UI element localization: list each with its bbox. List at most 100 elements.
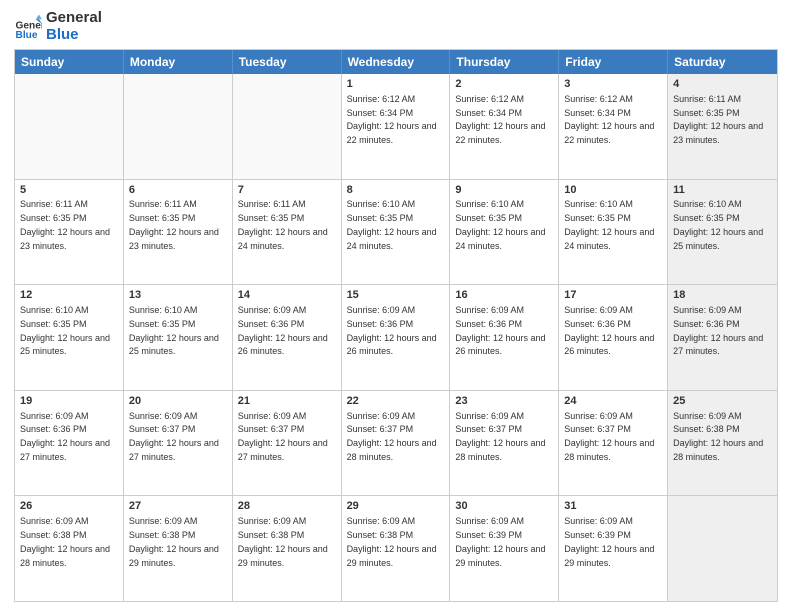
- day-number: 13: [129, 288, 227, 303]
- day-cell-9: 9Sunrise: 6:10 AM Sunset: 6:35 PM Daylig…: [450, 180, 559, 285]
- col-header-saturday: Saturday: [668, 50, 777, 74]
- day-number: 31: [564, 499, 662, 514]
- day-info: Sunrise: 6:10 AM Sunset: 6:35 PM Dayligh…: [20, 305, 110, 356]
- day-number: 22: [347, 394, 445, 409]
- day-number: 10: [564, 183, 662, 198]
- day-cell-6: 6Sunrise: 6:11 AM Sunset: 6:35 PM Daylig…: [124, 180, 233, 285]
- day-number: 7: [238, 183, 336, 198]
- day-info: Sunrise: 6:09 AM Sunset: 6:36 PM Dayligh…: [455, 305, 545, 356]
- page: General Blue General Blue SundayMondayTu…: [0, 0, 792, 612]
- day-info: Sunrise: 6:09 AM Sunset: 6:39 PM Dayligh…: [564, 516, 654, 567]
- day-cell-14: 14 Sunrise: 6:09 AM Sunset: 6:36 PM Dayli…: [233, 285, 342, 390]
- day-cell-21: 21 Sunrise: 6:09 AM Sunset: 6:37 PM Dayli…: [233, 391, 342, 496]
- day-cell-10: 10Sunrise: 6:10 AM Sunset: 6:35 PM Dayli…: [559, 180, 668, 285]
- day-info: Sunrise: 6:09 AM Sunset: 6:36 PM Dayligh…: [20, 411, 110, 462]
- day-info: Sunrise: 6:10 AM Sunset: 6:35 PM Dayligh…: [673, 199, 763, 250]
- day-cell-28: 28Sunrise: 6:09 AM Sunset: 6:38 PM Dayli…: [233, 496, 342, 601]
- calendar-header-row: SundayMondayTuesdayWednesdayThursdayFrid…: [15, 50, 777, 74]
- day-cell-5: 5Sunrise: 6:11 AM Sunset: 6:35 PM Daylig…: [15, 180, 124, 285]
- header: General Blue General Blue: [14, 10, 778, 43]
- day-cell-12: 12 Sunrise: 6:10 AM Sunset: 6:35 PM Dayli…: [15, 285, 124, 390]
- day-number: 27: [129, 499, 227, 514]
- day-info: Sunrise: 6:09 AM Sunset: 6:37 PM Dayligh…: [238, 411, 328, 462]
- day-cell-23: 23 Sunrise: 6:09 AM Sunset: 6:37 PM Dayli…: [450, 391, 559, 496]
- day-number: 15: [347, 288, 445, 303]
- day-cell-27: 27Sunrise: 6:09 AM Sunset: 6:38 PM Dayli…: [124, 496, 233, 601]
- day-number: 6: [129, 183, 227, 198]
- logo-general: General: [46, 10, 102, 27]
- day-cell-24: 24 Sunrise: 6:09 AM Sunset: 6:37 PM Dayli…: [559, 391, 668, 496]
- day-info: Sunrise: 6:10 AM Sunset: 6:35 PM Dayligh…: [564, 199, 654, 250]
- day-number: 3: [564, 77, 662, 92]
- day-number: 19: [20, 394, 118, 409]
- empty-cell: [15, 74, 124, 179]
- week-row-2: 12 Sunrise: 6:10 AM Sunset: 6:35 PM Dayli…: [15, 284, 777, 390]
- empty-cell: [124, 74, 233, 179]
- day-info: Sunrise: 6:10 AM Sunset: 6:35 PM Dayligh…: [129, 305, 219, 356]
- day-info: Sunrise: 6:10 AM Sunset: 6:35 PM Dayligh…: [455, 199, 545, 250]
- day-number: 30: [455, 499, 553, 514]
- day-number: 1: [347, 77, 445, 92]
- day-cell-13: 13 Sunrise: 6:10 AM Sunset: 6:35 PM Dayli…: [124, 285, 233, 390]
- calendar-body: 1 Sunrise: 6:12 AM Sunset: 6:34 PM Daylig…: [15, 74, 777, 601]
- day-cell-31: 31 Sunrise: 6:09 AM Sunset: 6:39 PM Dayli…: [559, 496, 668, 601]
- day-cell-3: 3 Sunrise: 6:12 AM Sunset: 6:34 PM Daylig…: [559, 74, 668, 179]
- day-info: Sunrise: 6:09 AM Sunset: 6:37 PM Dayligh…: [455, 411, 545, 462]
- day-number: 18: [673, 288, 772, 303]
- day-number: 12: [20, 288, 118, 303]
- day-number: 26: [20, 499, 118, 514]
- day-cell-16: 16Sunrise: 6:09 AM Sunset: 6:36 PM Dayli…: [450, 285, 559, 390]
- day-number: 28: [238, 499, 336, 514]
- col-header-thursday: Thursday: [450, 50, 559, 74]
- day-cell-8: 8Sunrise: 6:10 AM Sunset: 6:35 PM Daylig…: [342, 180, 451, 285]
- day-info: Sunrise: 6:09 AM Sunset: 6:36 PM Dayligh…: [347, 305, 437, 356]
- col-header-sunday: Sunday: [15, 50, 124, 74]
- day-cell-26: 26 Sunrise: 6:09 AM Sunset: 6:38 PM Dayli…: [15, 496, 124, 601]
- day-info: Sunrise: 6:11 AM Sunset: 6:35 PM Dayligh…: [238, 199, 328, 250]
- day-number: 8: [347, 183, 445, 198]
- day-cell-15: 15 Sunrise: 6:09 AM Sunset: 6:36 PM Dayli…: [342, 285, 451, 390]
- day-info: Sunrise: 6:09 AM Sunset: 6:36 PM Dayligh…: [238, 305, 328, 356]
- day-info: Sunrise: 6:11 AM Sunset: 6:35 PM Dayligh…: [673, 94, 763, 145]
- day-info: Sunrise: 6:09 AM Sunset: 6:39 PM Dayligh…: [455, 516, 545, 567]
- empty-cell: [233, 74, 342, 179]
- day-cell-20: 20Sunrise: 6:09 AM Sunset: 6:37 PM Dayli…: [124, 391, 233, 496]
- week-row-4: 26 Sunrise: 6:09 AM Sunset: 6:38 PM Dayli…: [15, 495, 777, 601]
- day-cell-17: 17 Sunrise: 6:09 AM Sunset: 6:36 PM Dayli…: [559, 285, 668, 390]
- day-number: 5: [20, 183, 118, 198]
- day-number: 23: [455, 394, 553, 409]
- day-number: 4: [673, 77, 772, 92]
- day-info: Sunrise: 6:09 AM Sunset: 6:38 PM Dayligh…: [20, 516, 110, 567]
- day-cell-22: 22 Sunrise: 6:09 AM Sunset: 6:37 PM Dayli…: [342, 391, 451, 496]
- day-number: 29: [347, 499, 445, 514]
- day-number: 17: [564, 288, 662, 303]
- day-info: Sunrise: 6:09 AM Sunset: 6:37 PM Dayligh…: [347, 411, 437, 462]
- day-number: 25: [673, 394, 772, 409]
- day-number: 2: [455, 77, 553, 92]
- day-number: 14: [238, 288, 336, 303]
- day-info: Sunrise: 6:11 AM Sunset: 6:35 PM Dayligh…: [20, 199, 110, 250]
- day-cell-25: 25 Sunrise: 6:09 AM Sunset: 6:38 PM Dayli…: [668, 391, 777, 496]
- day-info: Sunrise: 6:09 AM Sunset: 6:36 PM Dayligh…: [564, 305, 654, 356]
- svg-text:Blue: Blue: [16, 29, 38, 40]
- calendar: SundayMondayTuesdayWednesdayThursdayFrid…: [14, 49, 778, 602]
- day-cell-29: 29Sunrise: 6:09 AM Sunset: 6:38 PM Dayli…: [342, 496, 451, 601]
- col-header-friday: Friday: [559, 50, 668, 74]
- day-info: Sunrise: 6:12 AM Sunset: 6:34 PM Dayligh…: [564, 94, 654, 145]
- col-header-wednesday: Wednesday: [342, 50, 451, 74]
- day-cell-7: 7Sunrise: 6:11 AM Sunset: 6:35 PM Daylig…: [233, 180, 342, 285]
- day-cell-18: 18Sunrise: 6:09 AM Sunset: 6:36 PM Dayli…: [668, 285, 777, 390]
- day-info: Sunrise: 6:12 AM Sunset: 6:34 PM Dayligh…: [455, 94, 545, 145]
- col-header-monday: Monday: [124, 50, 233, 74]
- logo-blue: Blue: [46, 27, 102, 44]
- day-cell-4: 4 Sunrise: 6:11 AM Sunset: 6:35 PM Daylig…: [668, 74, 777, 179]
- logo-icon: General Blue: [14, 13, 42, 41]
- day-info: Sunrise: 6:09 AM Sunset: 6:38 PM Dayligh…: [673, 411, 763, 462]
- day-number: 21: [238, 394, 336, 409]
- day-number: 9: [455, 183, 553, 198]
- day-number: 24: [564, 394, 662, 409]
- day-info: Sunrise: 6:09 AM Sunset: 6:37 PM Dayligh…: [564, 411, 654, 462]
- day-number: 11: [673, 183, 772, 198]
- empty-cell: [668, 496, 777, 601]
- day-cell-19: 19 Sunrise: 6:09 AM Sunset: 6:36 PM Dayli…: [15, 391, 124, 496]
